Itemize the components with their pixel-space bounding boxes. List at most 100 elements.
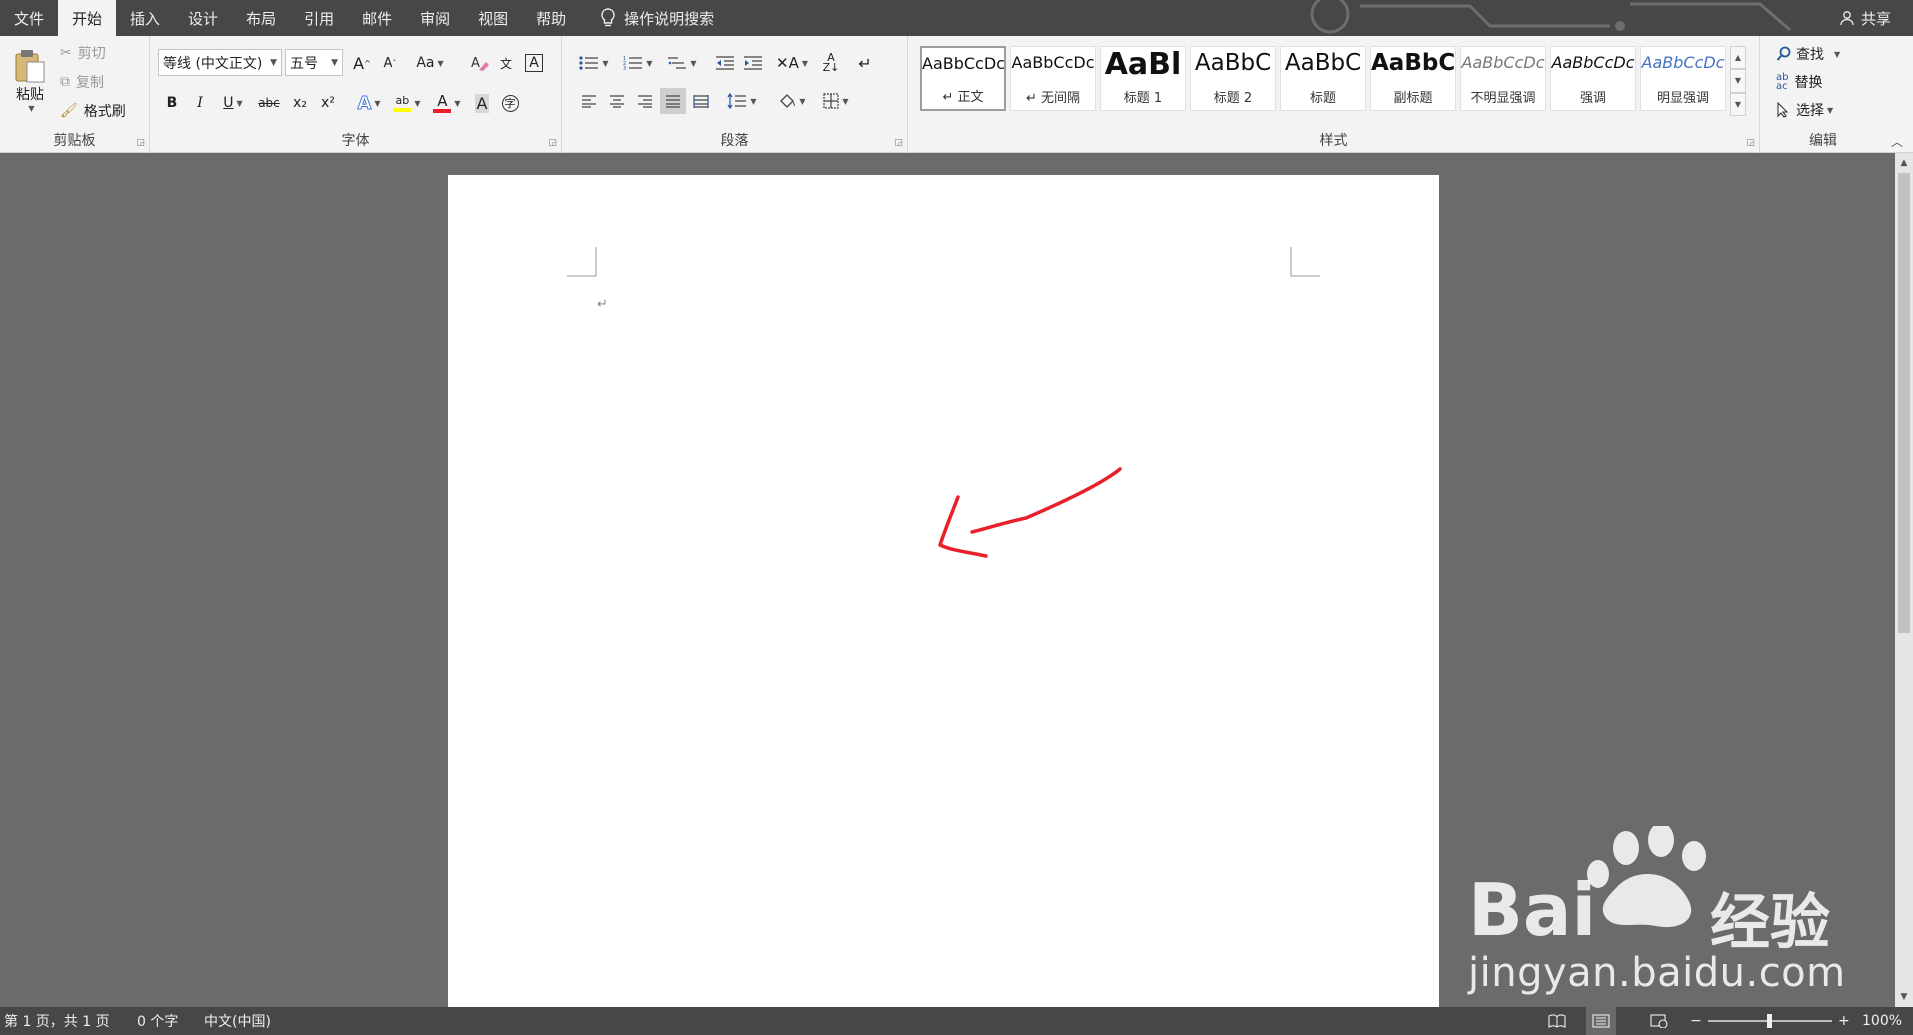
collapse-ribbon-icon[interactable]: ︿ (1888, 133, 1906, 149)
font-color-button[interactable]: A ▼ (430, 90, 464, 116)
style-subtle-emphasis[interactable]: AaBbCcDc 不明显强调 (1460, 46, 1546, 111)
line-spacing-button[interactable]: ▼ (724, 88, 760, 114)
tab-review[interactable]: 审阅 (406, 0, 464, 36)
character-shading-button[interactable]: A (470, 90, 494, 116)
gallery-up-icon[interactable]: ▲ (1730, 46, 1746, 70)
vertical-scrollbar[interactable]: ▲ ▼ (1895, 153, 1913, 1007)
read-mode-icon[interactable] (1548, 1007, 1566, 1035)
asian-layout-button[interactable]: ✕A ▼ (774, 50, 810, 76)
gallery-more-icon[interactable]: ▼ (1730, 92, 1746, 116)
style-heading-2[interactable]: AaBbC 标题 2 (1190, 46, 1276, 111)
paste-dropdown-icon[interactable]: ▼ (28, 104, 34, 113)
chevron-down-icon: ▼ (437, 58, 444, 68)
style-sample: AaBbCcDc (1461, 53, 1545, 72)
scroll-up-icon[interactable]: ▲ (1895, 155, 1913, 171)
tab-mailings[interactable]: 邮件 (348, 0, 406, 36)
increase-indent-button[interactable] (740, 50, 766, 76)
web-layout-icon[interactable] (1650, 1007, 1668, 1035)
phonetic-guide-button[interactable]: 文 (494, 51, 518, 75)
style-subtitle[interactable]: AaBbC 副标题 (1370, 46, 1456, 111)
copy-button[interactable]: ⧉ 复制 (60, 71, 104, 93)
clear-formatting-button[interactable]: A (468, 51, 492, 75)
share-button[interactable]: 共享 (1839, 0, 1891, 36)
document-page[interactable]: ↵ (448, 175, 1439, 1007)
sort-button[interactable]: A Z↓ (818, 50, 844, 76)
style-intense-emphasis[interactable]: AaBbCcDc 明显强调 (1640, 46, 1726, 111)
zoom-in-icon[interactable]: + (1838, 1007, 1850, 1035)
font-name-dropdown[interactable]: 等线 (中文正文) ▼ (158, 49, 282, 76)
format-painter-button[interactable]: 🖌 格式刷 (60, 100, 126, 122)
enclose-characters-button[interactable]: 字 (498, 90, 522, 116)
style-no-spacing[interactable]: AaBbCcDc ↵ 无间隔 (1010, 46, 1096, 111)
tab-layout[interactable]: 布局 (232, 0, 290, 36)
superscript-button[interactable]: x² (316, 90, 340, 116)
distributed-button[interactable] (688, 88, 714, 114)
align-center-button[interactable] (604, 88, 630, 114)
tab-design[interactable]: 设计 (174, 0, 232, 36)
cut-label: 剪切 (77, 46, 106, 62)
style-emphasis[interactable]: AaBbCcDc 强调 (1550, 46, 1636, 111)
tab-file[interactable]: 文件 (0, 0, 58, 36)
style-title[interactable]: AaBbC 标题 (1280, 46, 1366, 111)
find-button[interactable]: 查找 ▼ (1776, 42, 1840, 66)
underline-button[interactable]: U ▼ (216, 90, 250, 116)
bold-button[interactable]: B (160, 90, 184, 116)
tab-view[interactable]: 视图 (464, 0, 522, 36)
zoom-level[interactable]: 100% (1862, 1007, 1902, 1035)
style-heading-1[interactable]: AaBl 标题 1 (1100, 46, 1186, 111)
text-effects-button[interactable]: A ▼ (352, 90, 386, 116)
chevron-down-icon: ▼ (331, 57, 338, 68)
shrink-font-button[interactable]: Aˇ (378, 51, 402, 75)
bullets-button[interactable]: ▼ (576, 50, 612, 76)
tab-insert[interactable]: 插入 (116, 0, 174, 36)
align-right-button[interactable] (632, 88, 658, 114)
shading-button[interactable]: ▼ (774, 88, 810, 114)
scroll-down-icon[interactable]: ▼ (1895, 989, 1913, 1005)
subscript-button[interactable]: x₂ (288, 90, 312, 116)
replace-icon: ab ac (1776, 72, 1789, 92)
language-indicator[interactable]: 中文(中国) (204, 1007, 271, 1035)
numbering-button[interactable]: 1 2 3 ▼ (620, 50, 656, 76)
character-border-button[interactable]: A (522, 51, 546, 75)
align-left-button[interactable] (576, 88, 602, 114)
paste-button[interactable]: 粘贴 ▼ (8, 40, 52, 120)
style-normal[interactable]: AaBbCcDc ↵ 正文 (920, 46, 1006, 111)
highlight-color-button[interactable]: ab ▼ (390, 90, 424, 116)
clipboard-launcher-icon[interactable]: ◲ (136, 138, 145, 148)
scroll-thumb[interactable] (1898, 173, 1910, 633)
grow-font-button[interactable]: A ^ (350, 51, 374, 75)
borders-button[interactable]: ▼ (818, 88, 854, 114)
print-layout-icon[interactable] (1586, 1007, 1616, 1035)
show-marks-button[interactable]: ↵ (852, 50, 878, 76)
gallery-down-icon[interactable]: ▼ (1730, 69, 1746, 93)
style-sample: AaBbC (1284, 50, 1362, 76)
justify-button[interactable] (660, 88, 686, 114)
font-launcher-icon[interactable]: ◲ (548, 138, 557, 148)
page-count[interactable]: 第 1 页，共 1 页 (4, 1007, 110, 1035)
replace-button[interactable]: ab ac 替换 (1776, 70, 1822, 94)
zoom-slider-thumb[interactable] (1767, 1014, 1772, 1028)
word-count[interactable]: 0 个字 (137, 1007, 178, 1035)
tab-home[interactable]: 开始 (58, 0, 117, 36)
tab-help[interactable]: 帮助 (522, 0, 580, 36)
multilevel-list-button[interactable]: ▼ (664, 50, 700, 76)
font-size-dropdown[interactable]: 五号 ▼ (285, 49, 343, 76)
copy-label: 复制 (76, 75, 104, 91)
editing-group-label: 编辑 (1809, 133, 1837, 149)
styles-launcher-icon[interactable]: ◲ (1746, 138, 1755, 148)
person-icon (1840, 11, 1854, 26)
paragraph-launcher-icon[interactable]: ◲ (894, 138, 903, 148)
paste-label: 粘贴 (16, 86, 44, 103)
tell-me-search[interactable]: 操作说明搜索 (600, 0, 714, 36)
select-button[interactable]: 选择 ▼ (1776, 98, 1833, 122)
eraser-icon: A (471, 56, 489, 71)
cut-button[interactable]: ✂ 剪切 (60, 42, 106, 64)
change-case-button[interactable]: Aa ▼ (412, 51, 448, 75)
tab-references[interactable]: 引用 (290, 0, 348, 36)
highlighter-icon: ab (393, 95, 412, 112)
italic-button[interactable]: I (188, 90, 212, 116)
zoom-out-icon[interactable]: − (1690, 1007, 1702, 1035)
justify-icon (666, 95, 680, 108)
decrease-indent-button[interactable] (712, 50, 738, 76)
strikethrough-button[interactable]: abc (254, 90, 284, 116)
